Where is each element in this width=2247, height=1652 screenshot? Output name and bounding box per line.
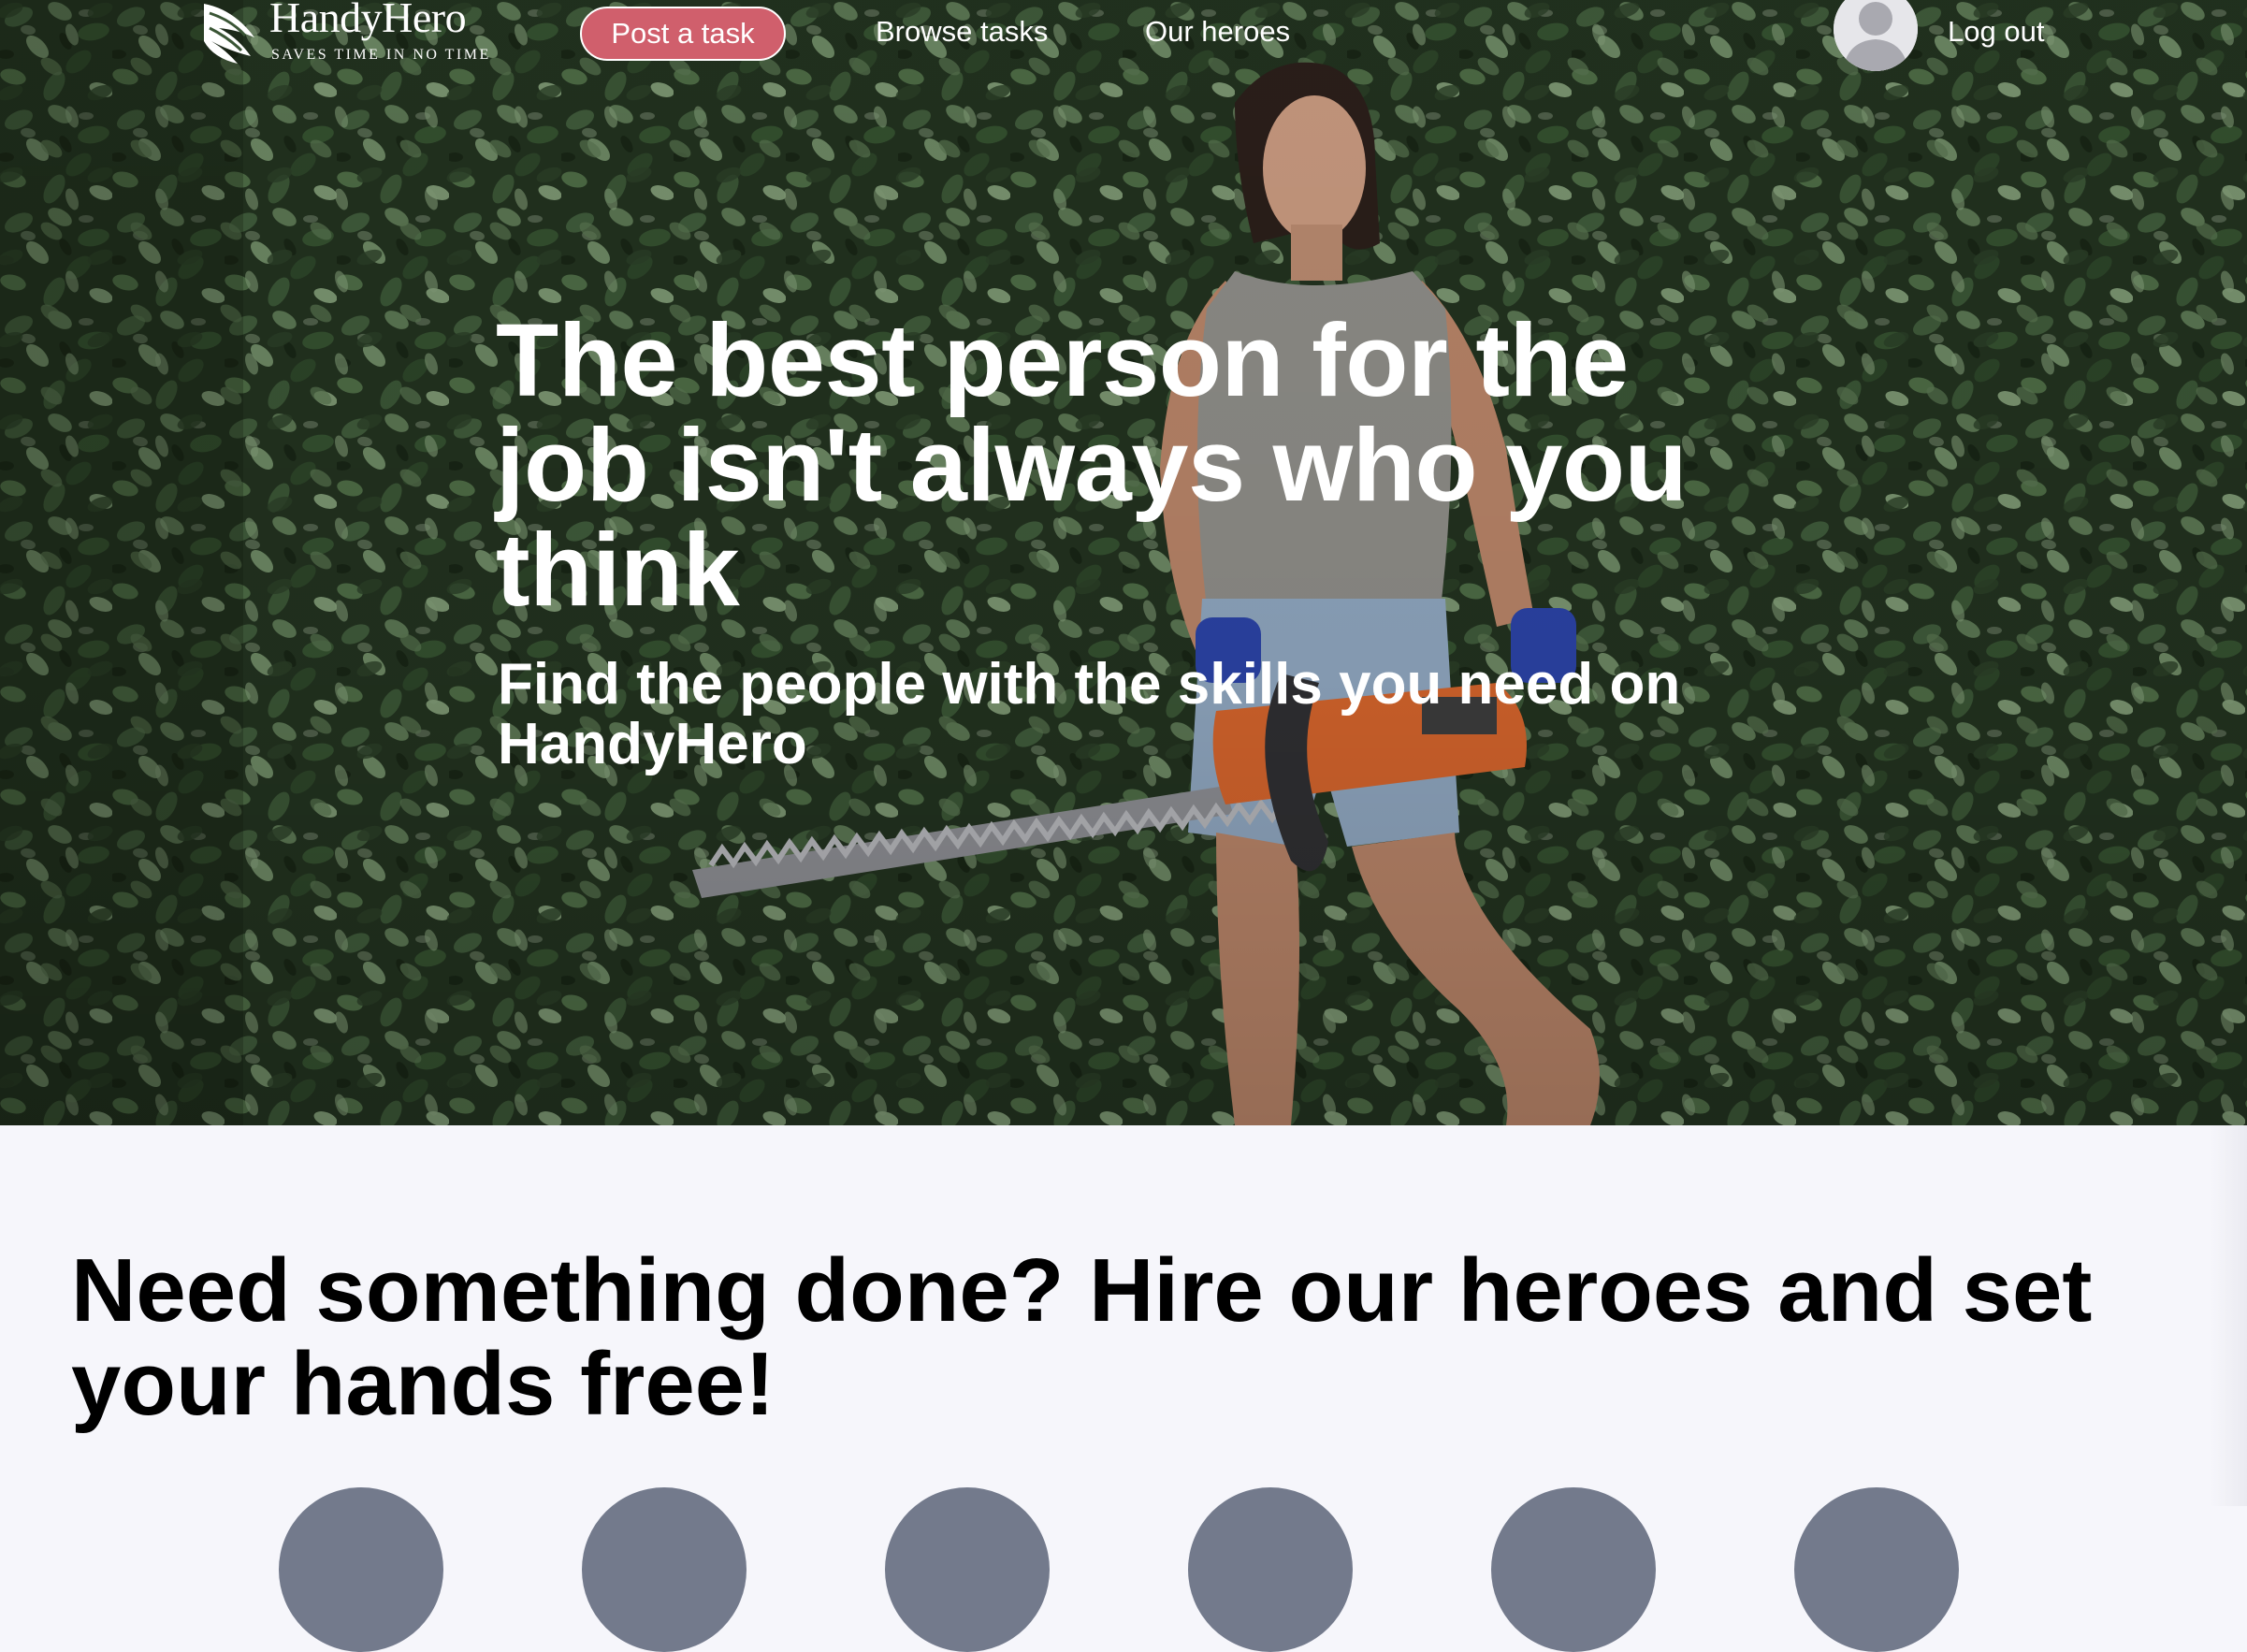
brand-logo[interactable]: HandyHero SAVES TIME IN NO TIME xyxy=(200,0,488,67)
category-icon-6[interactable] xyxy=(1794,1487,1959,1652)
category-icon-5[interactable] xyxy=(1491,1487,1656,1652)
category-icon-1[interactable] xyxy=(279,1487,443,1652)
category-icon-2[interactable] xyxy=(582,1487,747,1652)
avatar[interactable] xyxy=(1834,0,1918,71)
top-navigation: HandyHero SAVES TIME IN NO TIME Post a t… xyxy=(0,0,2247,75)
brand-name: HandyHero xyxy=(269,0,467,41)
hero-subtitle: Find the people with the skills you need… xyxy=(498,652,1681,776)
user-icon xyxy=(1834,0,1918,71)
hero-title: The best person for the job isn't always… xyxy=(496,303,1688,628)
category-icons-row xyxy=(0,1487,2247,1652)
category-icon-3[interactable] xyxy=(885,1487,1050,1652)
our-heroes-link[interactable]: Our heroes xyxy=(1145,15,1290,49)
hero-section: HandyHero SAVES TIME IN NO TIME Post a t… xyxy=(0,0,2247,1125)
wing-icon xyxy=(204,4,254,64)
log-out-link[interactable]: Log out xyxy=(1948,15,2044,49)
section-heading: Need something done? Hire our heroes and… xyxy=(71,1240,2093,1434)
scroll-edge-shadow xyxy=(2210,1125,2247,1506)
post-task-button[interactable]: Post a task xyxy=(580,7,786,61)
browse-tasks-link[interactable]: Browse tasks xyxy=(876,15,1048,49)
brand-tagline: SAVES TIME IN NO TIME xyxy=(271,47,491,63)
category-icon-4[interactable] xyxy=(1188,1487,1353,1652)
